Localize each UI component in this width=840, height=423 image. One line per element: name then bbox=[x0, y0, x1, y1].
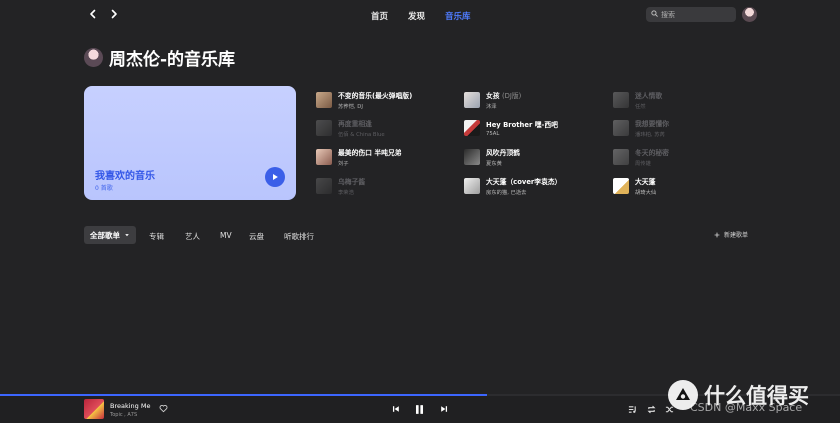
pause-button[interactable] bbox=[413, 403, 425, 415]
song-artist: 苏荞恺, DJ bbox=[338, 104, 363, 110]
nav-home[interactable]: 首页 bbox=[371, 10, 388, 22]
user-avatar[interactable] bbox=[742, 7, 757, 22]
song-name: 乌梅子酱 bbox=[338, 178, 366, 186]
song-name: 大天蓬 bbox=[635, 178, 656, 186]
song-item[interactable]: 我想要懂你潘玮柏, 苏芮 bbox=[613, 118, 753, 138]
page-title: 周杰伦-的音乐库 bbox=[109, 50, 236, 70]
song-cover bbox=[464, 178, 480, 194]
song-artist: 任然 bbox=[635, 104, 646, 110]
liked-songs-title: 我喜欢的音乐 bbox=[95, 171, 155, 182]
tab-artists[interactable]: 艺人 bbox=[185, 231, 200, 242]
watermark-subtext: CSDN @Maxx Space bbox=[690, 401, 803, 414]
song-item[interactable]: 大天蓬（cover李袁杰） 房东的猫, 已逝去 bbox=[464, 176, 604, 196]
song-artist: 伍佰 & China Blue bbox=[338, 132, 385, 138]
play-icon bbox=[273, 173, 278, 181]
song-name: 冬天的秘密 bbox=[635, 149, 669, 157]
song-artist: 潘玮柏, 苏芮 bbox=[635, 132, 665, 138]
pause-icon bbox=[415, 404, 423, 414]
repeat-icon bbox=[646, 405, 656, 413]
song-name: 女孩 (DJ版) bbox=[486, 92, 522, 100]
song-item[interactable]: 不变的音乐(最火弹唱版) 苏荞恺, DJ bbox=[316, 90, 456, 110]
song-item[interactable]: 迷人情歌 任然 bbox=[613, 90, 753, 110]
song-cover bbox=[613, 120, 629, 136]
top-bar: 首页 发现 音乐库 bbox=[0, 0, 840, 30]
song-name: 我想要懂你 bbox=[635, 120, 669, 128]
playlist-queue-button[interactable] bbox=[626, 403, 638, 415]
now-playing-artist[interactable]: Topic , A7S bbox=[110, 412, 137, 418]
song-cover bbox=[464, 92, 480, 108]
tab-listening-rank[interactable]: 听歌排行 bbox=[284, 231, 314, 242]
forward-arrow-icon[interactable] bbox=[107, 7, 121, 21]
song-item[interactable]: 乌梅子酱 李荣浩 bbox=[316, 176, 456, 196]
song-version-tag: (DJ版) bbox=[501, 92, 522, 100]
song-name: 迷人情歌 bbox=[635, 92, 663, 100]
song-name: Hey Brother 嘿-西吧 bbox=[486, 121, 558, 129]
song-item[interactable]: 女孩 (DJ版) 沐泽 bbox=[464, 90, 604, 110]
nav-library[interactable]: 音乐库 bbox=[445, 10, 471, 22]
new-playlist-button[interactable]: 新建歌单 bbox=[714, 230, 748, 239]
plus-icon bbox=[714, 232, 720, 237]
song-name: 风吹丹顶鹤 bbox=[486, 149, 520, 157]
song-name: 大天蓬（cover李袁杰） bbox=[486, 178, 562, 186]
new-playlist-label: 新建歌单 bbox=[724, 232, 749, 239]
song-item[interactable]: 冬天的秘密 周传雄 bbox=[613, 147, 753, 167]
song-cover bbox=[464, 120, 480, 136]
song-item[interactable]: 最美的伤口 半吨兄弟 刘子 bbox=[316, 147, 456, 167]
play-button[interactable] bbox=[265, 167, 285, 187]
song-item[interactable]: Hey Brother 嘿-西吧 75AL bbox=[464, 118, 604, 138]
tab-albums[interactable]: 专辑 bbox=[149, 231, 164, 242]
search-input[interactable] bbox=[661, 10, 731, 19]
song-artist: 沐泽 bbox=[486, 104, 497, 110]
previous-button[interactable] bbox=[390, 403, 402, 415]
back-arrow-icon[interactable] bbox=[86, 7, 100, 21]
song-cover bbox=[613, 178, 629, 194]
song-artist: 胡琦大仙 bbox=[635, 190, 657, 196]
liked-songs-card[interactable]: 我喜欢的音乐 0 首歌 bbox=[84, 86, 296, 200]
song-cover bbox=[613, 149, 629, 165]
liked-songs-count: 0 首歌 bbox=[95, 185, 113, 192]
song-item[interactable]: 再度重相逢伍佰 & China Blue bbox=[316, 118, 456, 138]
song-name: 再度重相逢 bbox=[338, 120, 372, 128]
song-artist: 李荣浩 bbox=[338, 190, 354, 196]
song-item[interactable]: 风吹丹顶鹤 夏东黄 bbox=[464, 147, 604, 167]
now-playing-cover[interactable] bbox=[84, 399, 104, 419]
tab-mv[interactable]: MV bbox=[220, 231, 232, 240]
search-box[interactable] bbox=[646, 7, 736, 22]
song-cover bbox=[316, 178, 332, 194]
now-playing-title[interactable]: Breaking Me bbox=[110, 402, 150, 410]
heart-icon[interactable] bbox=[159, 404, 168, 413]
song-artist: 夏东黄 bbox=[486, 161, 502, 167]
next-button[interactable] bbox=[438, 403, 450, 415]
search-icon bbox=[651, 10, 658, 19]
song-artist: 周传雄 bbox=[635, 161, 651, 167]
avatar bbox=[84, 48, 103, 67]
song-cover bbox=[613, 92, 629, 108]
song-cover bbox=[316, 92, 332, 108]
song-cover bbox=[316, 149, 332, 165]
song-name: 最美的伤口 半吨兄弟 bbox=[338, 149, 402, 157]
repeat-button[interactable] bbox=[645, 403, 657, 415]
song-artist: 75AL bbox=[486, 131, 500, 137]
tab-all-playlists[interactable]: 全部歌单 bbox=[84, 226, 136, 244]
song-name: 不变的音乐(最火弹唱版) bbox=[338, 92, 413, 100]
queue-icon bbox=[628, 405, 636, 413]
library-header: 周杰伦-的音乐库 bbox=[84, 45, 235, 70]
song-cover bbox=[464, 149, 480, 165]
song-item[interactable]: 大天蓬 胡琦大仙 bbox=[613, 176, 753, 196]
song-artist: 刘子 bbox=[338, 161, 349, 167]
song-cover bbox=[316, 120, 332, 136]
nav-discover[interactable]: 发现 bbox=[408, 10, 425, 22]
progress-fill bbox=[0, 394, 488, 396]
tab-cloud-disk[interactable]: 云盘 bbox=[249, 231, 264, 242]
song-artist: 房东的猫, 已逝去 bbox=[486, 190, 527, 196]
skip-previous-icon bbox=[392, 406, 399, 412]
skip-next-icon bbox=[441, 406, 448, 412]
chevron-down-icon bbox=[125, 234, 129, 237]
tab-label: 全部歌单 bbox=[90, 230, 120, 240]
